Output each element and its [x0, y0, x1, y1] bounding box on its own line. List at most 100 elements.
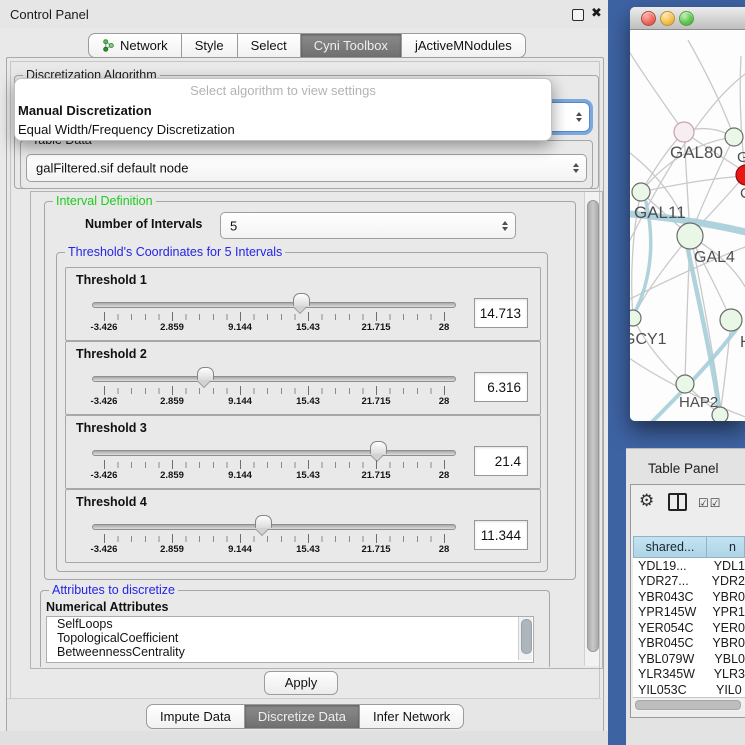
table-horizontal-scrollbar-thumb[interactable]: [635, 700, 741, 710]
cell-name[interactable]: YBR0: [704, 636, 745, 650]
table-row[interactable]: YIL053CYIL0: [633, 682, 745, 698]
threshold-slider[interactable]: -3.4262.8599.14415.4321.71528: [66, 268, 540, 340]
slider-thumb[interactable]: [293, 293, 310, 306]
threshold-slider[interactable]: -3.4262.8599.14415.4321.71528: [66, 342, 540, 414]
tab-select[interactable]: Select: [237, 33, 301, 58]
gear-icon[interactable]: ⚙: [639, 492, 654, 509]
panel-bottom-strip: [0, 731, 608, 745]
slider-tick-labels: -3.4262.8599.14415.4321.71528: [104, 322, 444, 334]
network-node[interactable]: [720, 309, 742, 331]
network-canvas[interactable]: GAL80GACGAL11GAL4GCY1HHAP2: [630, 30, 745, 421]
attributes-list-scrollbar[interactable]: [518, 617, 532, 660]
tab-impute-data[interactable]: Impute Data: [146, 704, 245, 729]
apply-button[interactable]: Apply: [264, 671, 338, 695]
column-header-name[interactable]: n: [707, 536, 745, 558]
cell-shared-name[interactable]: YDR27...: [633, 574, 704, 588]
column-header-shared-name[interactable]: shared...: [633, 536, 707, 558]
thresholds-group-title: Threshold's Coordinates for 5 Intervals: [65, 245, 285, 260]
dropdown-item-manual-discretization[interactable]: Manual Discretization: [15, 101, 551, 121]
settings-vertical-scrollbar[interactable]: [584, 192, 599, 666]
attribute-list-item[interactable]: BetweennessCentrality: [47, 645, 533, 659]
threshold-slider[interactable]: -3.4262.8599.14415.4321.71528: [66, 416, 540, 488]
close-traffic-light-icon[interactable]: [641, 11, 656, 26]
zoom-traffic-light-icon[interactable]: [679, 11, 694, 26]
close-panel-icon[interactable]: ✖: [591, 5, 602, 21]
tick-label: 28: [439, 470, 450, 481]
tab-infer-network[interactable]: Infer Network: [359, 704, 464, 729]
table-row[interactable]: YBR043CYBR0: [633, 589, 745, 605]
tab-style[interactable]: Style: [181, 33, 238, 58]
table-row[interactable]: YLR345WYLR3: [633, 667, 745, 683]
cell-shared-name[interactable]: YIL053C: [633, 683, 708, 697]
cell-name[interactable]: YDR2: [704, 574, 745, 588]
major-tick: [104, 312, 105, 321]
settings-vertical-scrollbar-thumb[interactable]: [587, 200, 599, 652]
cell-name[interactable]: YPR1: [704, 605, 745, 619]
cell-name[interactable]: YBR0: [704, 590, 745, 604]
slider-track: [92, 302, 456, 308]
tab-cyni-toolbox[interactable]: Cyni Toolbox: [300, 33, 402, 58]
minimize-traffic-light-icon[interactable]: [660, 11, 675, 26]
cell-shared-name[interactable]: YDL19...: [633, 559, 706, 573]
tick-label: 28: [439, 322, 450, 333]
threshold-value-field[interactable]: 14.713: [474, 298, 528, 328]
attribute-list-item[interactable]: TopologicalCoefficient: [47, 631, 533, 645]
table-horizontal-scrollbar[interactable]: [633, 697, 745, 711]
table-row[interactable]: YDR27...YDR2: [633, 574, 745, 590]
numerical-attributes-list[interactable]: SelfLoopsTopologicalCoefficientBetweenne…: [46, 616, 534, 663]
table-data-combobox[interactable]: galFiltered.sif default node: [26, 154, 587, 182]
threshold-panel-1: Threshold 1-3.4262.8599.14415.4321.71528…: [65, 267, 541, 341]
control-panel-tabs: NetworkStyleSelectCyni ToolboxjActiveMNo…: [88, 33, 526, 56]
number-of-intervals-combobox[interactable]: 5: [220, 212, 516, 239]
cell-shared-name[interactable]: YBR043C: [633, 590, 704, 604]
threshold-slider[interactable]: -3.4262.8599.14415.4321.71528: [66, 490, 540, 562]
threshold-value-field[interactable]: 6.316: [474, 372, 528, 402]
network-edge: [633, 236, 690, 318]
number-of-intervals-label: Number of Intervals: [85, 217, 202, 231]
table-row[interactable]: YPR145WYPR1: [633, 605, 745, 621]
column-checkboxes-icon[interactable]: ☑☑: [698, 496, 722, 510]
network-node[interactable]: [630, 310, 641, 326]
cell-name[interactable]: YBL0: [706, 652, 745, 666]
major-tick: [444, 460, 445, 469]
network-node[interactable]: [736, 165, 745, 185]
tab-network[interactable]: Network: [88, 33, 182, 58]
float-panel-icon[interactable]: [572, 9, 584, 21]
table-row[interactable]: YDL19...YDL1: [633, 558, 745, 574]
cell-shared-name[interactable]: YBL079W: [633, 652, 706, 666]
slider-thumb[interactable]: [255, 515, 272, 528]
cell-name[interactable]: YLR3: [706, 667, 745, 681]
network-node[interactable]: [676, 375, 694, 393]
cell-shared-name[interactable]: YLR345W: [633, 667, 706, 681]
split-panel-icon[interactable]: [668, 493, 687, 511]
network-window-titlebar[interactable]: [630, 7, 745, 30]
combo-arrows-icon: [573, 160, 579, 176]
interval-definition-group-title: Interval Definition: [53, 194, 156, 209]
cell-shared-name[interactable]: YER054C: [633, 621, 704, 635]
tab-jactivemnodules[interactable]: jActiveMNodules: [401, 33, 526, 58]
dropdown-placeholder-item[interactable]: Select algorithm to view settings: [15, 81, 551, 101]
slider-thumb[interactable]: [197, 367, 214, 380]
cell-shared-name[interactable]: YBR045C: [633, 636, 704, 650]
table-row[interactable]: YBR045CYBR0: [633, 636, 745, 652]
network-node[interactable]: [725, 128, 743, 146]
cell-shared-name[interactable]: YPR145W: [633, 605, 704, 619]
slider-thumb[interactable]: [370, 441, 387, 454]
network-node[interactable]: [674, 122, 694, 142]
attributes-list-scrollbar-thumb[interactable]: [521, 619, 532, 654]
network-node[interactable]: [677, 223, 703, 249]
tick-label: 2.859: [160, 544, 184, 555]
table-row[interactable]: YER054CYER0: [633, 620, 745, 636]
cell-name[interactable]: YER0: [704, 621, 745, 635]
network-node[interactable]: [632, 183, 650, 201]
table-row[interactable]: YBL079WYBL0: [633, 651, 745, 667]
attribute-list-item[interactable]: SelfLoops: [47, 617, 533, 631]
cell-name[interactable]: YDL1: [706, 559, 745, 573]
network-window[interactable]: GAL80GACGAL11GAL4GCY1HHAP2: [630, 7, 745, 421]
cell-name[interactable]: YIL0: [708, 683, 742, 697]
tab-discretize-data[interactable]: Discretize Data: [244, 704, 360, 729]
dropdown-item-equal-width-frequency[interactable]: Equal Width/Frequency Discretization: [15, 120, 551, 140]
threshold-value-field[interactable]: 21.4: [474, 446, 528, 476]
threshold-value-field[interactable]: 11.344: [474, 520, 528, 550]
table-panel-title: Table Panel: [648, 461, 719, 476]
